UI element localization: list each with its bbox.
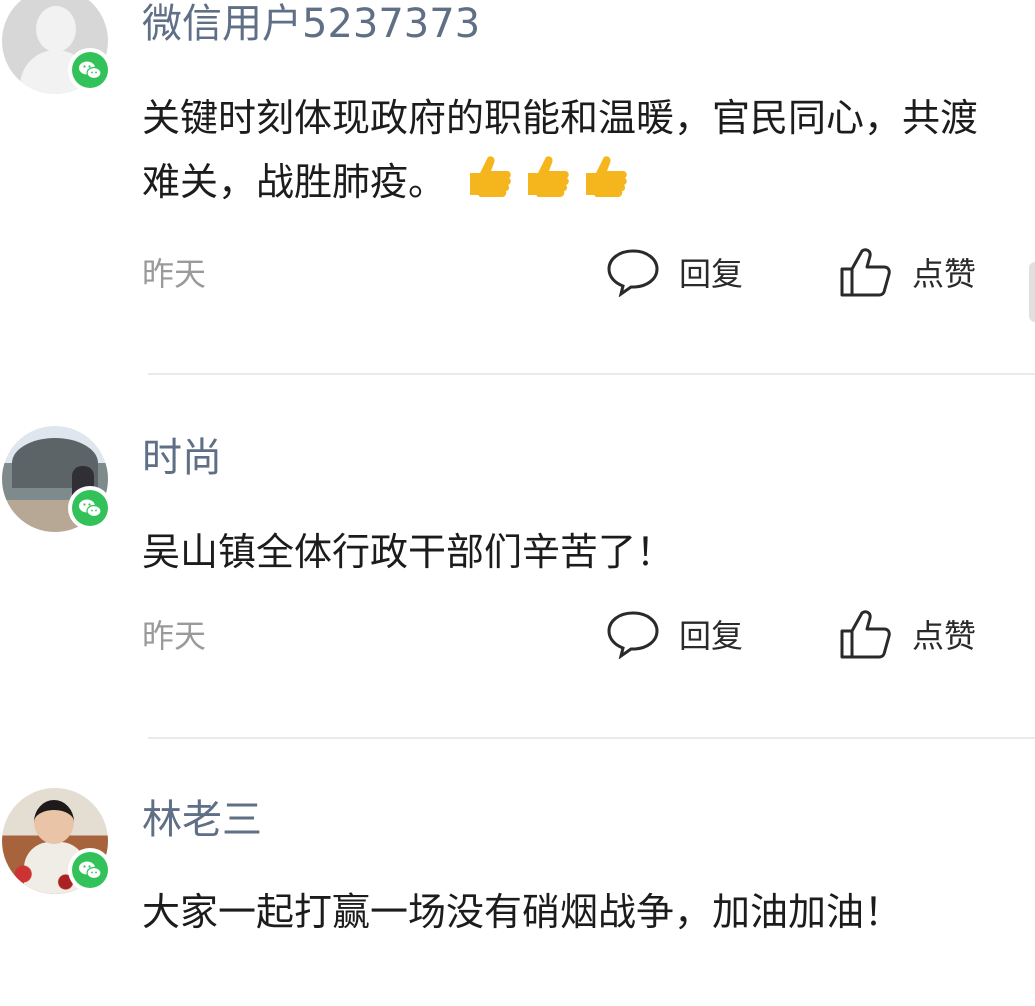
comment-time: 昨天 (142, 255, 207, 293)
reply-label: 回复 (679, 617, 744, 655)
wechat-badge-icon (68, 486, 112, 530)
avatar[interactable] (2, 426, 112, 532)
divider (148, 373, 1035, 375)
wechat-badge-icon (68, 848, 112, 892)
like-label: 点赞 (912, 255, 977, 293)
thumbs-up-emoji-icon (520, 151, 574, 218)
like-button[interactable]: 点赞 (838, 244, 976, 300)
comment-text: 关键时刻体现政府的职能和温暖，官民同心，共渡难关，战胜肺疫。 (142, 86, 982, 218)
commenter-name: 时尚 (142, 435, 222, 481)
reply-bubble-icon (607, 249, 659, 297)
thumbs-up-emoji-icon (462, 151, 516, 218)
reply-bubble-icon (607, 611, 659, 659)
wechat-badge-icon (68, 48, 112, 92)
commenter-name: 微信用户5237373 (142, 1, 481, 47)
avatar[interactable] (2, 0, 112, 94)
comment-time: 昨天 (142, 617, 207, 655)
comment-text: 吴山镇全体行政干部们辛苦了！ (142, 530, 675, 574)
reply-button[interactable]: 回复 (605, 606, 743, 662)
edge-shadow (1029, 262, 1035, 322)
thumbs-up-emoji-icon (578, 151, 632, 218)
like-label: 点赞 (912, 617, 977, 655)
commenter-name: 林老三 (142, 797, 262, 843)
avatar[interactable] (2, 788, 112, 894)
comment-text: 大家一起打赢一场没有硝烟战争，加油加油！ (142, 890, 903, 934)
thumbs-up-outline-icon (840, 248, 891, 297)
divider (148, 737, 1035, 739)
reply-button[interactable]: 回复 (605, 244, 743, 300)
like-button[interactable]: 点赞 (838, 606, 976, 662)
reply-label: 回复 (679, 255, 744, 293)
thumbs-up-outline-icon (840, 610, 891, 659)
